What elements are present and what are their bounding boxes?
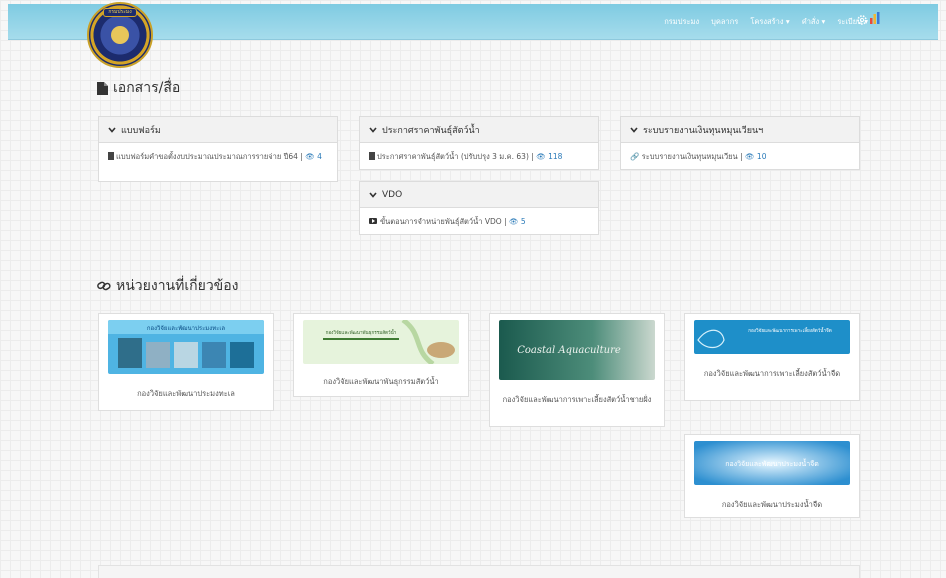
coastal-caption[interactable]: กองวิจัยและพัฒนาการเพาะเลี้ยงสัตว์น้ำชาย… — [496, 394, 658, 406]
eye-icon: 👁 — [508, 217, 519, 226]
related-title-text: หน่วยงานที่เกี่ยวข้อง — [116, 278, 239, 294]
agency-card-marine[interactable]: กองวิจัยและพัฒนาประมงทะเล กองวิจัยและพัฒ… — [98, 313, 274, 411]
nav-structure[interactable]: โครงสร้าง ▾ — [750, 16, 789, 28]
genetics-banner-text: กองวิจัยและพัฒนาพันธุกรรมสัตว์น้ำ — [326, 329, 397, 336]
department-logo[interactable]: กรมประมง — [87, 2, 153, 68]
nav-personnel[interactable]: บุคลากร — [711, 16, 738, 28]
vdo-panel-title: VDO — [382, 189, 403, 200]
gear-icon[interactable] — [856, 14, 868, 26]
report-panel-body: 🔗 ระบบรายงานเงินทุนหมุนเวียน | 👁 10 — [630, 152, 767, 161]
agency-card-freshwater-fisheries[interactable]: กองวิจัยและพัฒนาประมงน้ำจืด กองวิจัยและพ… — [684, 434, 860, 518]
coastal-banner-image: Coastal Aquaculture — [499, 320, 655, 380]
announcement-link[interactable]: ประกาศราคาพันธุ์สัตว์น้ำ (ปรับปรุง 3 ม.ค… — [377, 152, 529, 161]
forms-link[interactable]: แบบฟอร์มคำขอตั้งงบประมาณประมาณการรายจ่าย… — [116, 152, 298, 161]
agency-card-freshwater-aquaculture[interactable]: กองวิจัยและพัฒนาการเพาะเลี้ยงสัตว์น้ำจืด… — [684, 313, 860, 401]
report-link[interactable]: ระบบรายงานเงินทุนหมุนเวียน — [642, 152, 738, 161]
nav-orders[interactable]: คำสั่ง ▾ — [802, 16, 826, 28]
chevron-down-icon — [630, 126, 638, 133]
report-panel-header[interactable]: ระบบรายงานเงินทุนหมุนเวียนฯ — [621, 117, 859, 143]
documents-title-text: เอกสาร/สื่อ — [113, 80, 181, 96]
genetics-caption[interactable]: กองวิจัยและพัฒนาพันธุกรรมสัตว์น้ำ — [300, 376, 462, 388]
announcement-panel-title: ประกาศราคาพันธุ์สัตว์น้ำ — [382, 125, 480, 136]
announcement-view-count: 118 — [548, 152, 563, 161]
document-icon — [369, 152, 375, 160]
document-icon — [108, 152, 114, 160]
eye-icon: 👁 — [745, 152, 755, 161]
agency-card-coastal[interactable]: Coastal Aquaculture กองวิจัยและพัฒนาการเ… — [489, 313, 665, 427]
vdo-view-count: 5 — [520, 217, 526, 226]
marine-caption[interactable]: กองวิจัยและพัฒนาประมงทะเล — [105, 388, 267, 400]
freshwater-fisheries-caption[interactable]: กองวิจัยและพัฒนาประมงน้ำจืด — [691, 499, 853, 511]
main-nav: กรมประมง บุคลากร โครงสร้าง ▾ คำสั่ง ▾ ระ… — [664, 16, 868, 28]
link-icon: 🔗 — [630, 152, 640, 161]
chevron-down-icon — [108, 126, 116, 133]
forms-panel-title: แบบฟอร์ม — [121, 125, 161, 136]
genetics-banner-image: กองวิจัยและพัฒนาพันธุกรรมสัตว์น้ำ — [303, 320, 459, 364]
chevron-down-icon — [369, 126, 377, 133]
vdo-panel-header[interactable]: VDO — [360, 182, 598, 208]
documents-section-title: เอกสาร/สื่อ — [97, 77, 180, 99]
freshwater-fisheries-banner-image: กองวิจัยและพัฒนาประมงน้ำจืด — [694, 441, 850, 485]
marine-banner-image: กองวิจัยและพัฒนาประมงทะเล — [108, 320, 264, 374]
document-icon — [97, 81, 108, 95]
chevron-down-icon — [369, 191, 377, 198]
report-panel: ระบบรายงานเงินทุนหมุนเวียนฯ 🔗 ระบบรายงาน… — [620, 116, 860, 170]
announcement-panel-body: ประกาศราคาพันธุ์สัตว์น้ำ (ปรับปรุง 3 ม.ค… — [360, 143, 598, 170]
vdo-link[interactable]: ขั้นตอนการจำหน่ายพันธุ์สัตว์น้ำ VDO — [380, 217, 502, 226]
coastal-banner-text: Coastal Aquaculture — [517, 345, 621, 356]
freshwater-aquaculture-banner-image: กองวิจัยและพัฒนาการเพาะเลี้ยงสัตว์น้ำจืด — [694, 320, 850, 354]
nav-fisheries[interactable]: กรมประมง — [664, 16, 699, 28]
logo-seal — [111, 26, 129, 44]
eye-icon: 👁 — [305, 152, 315, 161]
marine-banner-text: กองวิจัยและพัฒนาประมงทะเล — [147, 325, 226, 332]
agency-card-genetics[interactable]: กองวิจัยและพัฒนาพันธุกรรมสัตว์น้ำ กองวิจ… — [293, 313, 469, 397]
forms-panel-body: แบบฟอร์มคำขอตั้งงบประมาณประมาณการรายจ่าย… — [99, 143, 337, 170]
report-view-count: 10 — [756, 152, 767, 161]
eye-icon: 👁 — [536, 152, 546, 161]
report-panel-title: ระบบรายงานเงินทุนหมุนเวียนฯ — [643, 125, 764, 136]
link-icon — [97, 281, 111, 291]
forms-panel: แบบฟอร์ม แบบฟอร์มคำขอตั้งงบประมาณประมาณก… — [98, 116, 338, 182]
forms-panel-header[interactable]: แบบฟอร์ม — [99, 117, 337, 143]
freshwater-aquaculture-caption[interactable]: กองวิจัยและพัฒนาการเพาะเลี้ยงสัตว์น้ำจืด — [691, 368, 853, 380]
announcement-panel-header[interactable]: ประกาศราคาพันธุ์สัตว์น้ำ — [360, 117, 598, 143]
freshwater-aquaculture-banner-text: กองวิจัยและพัฒนาการเพาะเลี้ยงสัตว์น้ำจืด — [748, 327, 831, 334]
youtube-icon — [369, 218, 377, 224]
footer-panel — [98, 565, 860, 578]
bar-chart-icon[interactable] — [870, 12, 880, 24]
forms-view-count: 4 — [317, 152, 322, 161]
logo-banner: กรมประมง — [103, 8, 137, 17]
announcement-panel: ประกาศราคาพันธุ์สัตว์น้ำ ประกาศราคาพันธุ… — [359, 116, 599, 170]
vdo-panel-body: ขั้นตอนการจำหน่ายพันธุ์สัตว์น้ำ VDO | 👁 … — [360, 208, 598, 235]
vdo-panel: VDO ขั้นตอนการจำหน่ายพันธุ์สัตว์น้ำ VDO … — [359, 181, 599, 235]
related-section-title: หน่วยงานที่เกี่ยวข้อง — [97, 275, 239, 297]
